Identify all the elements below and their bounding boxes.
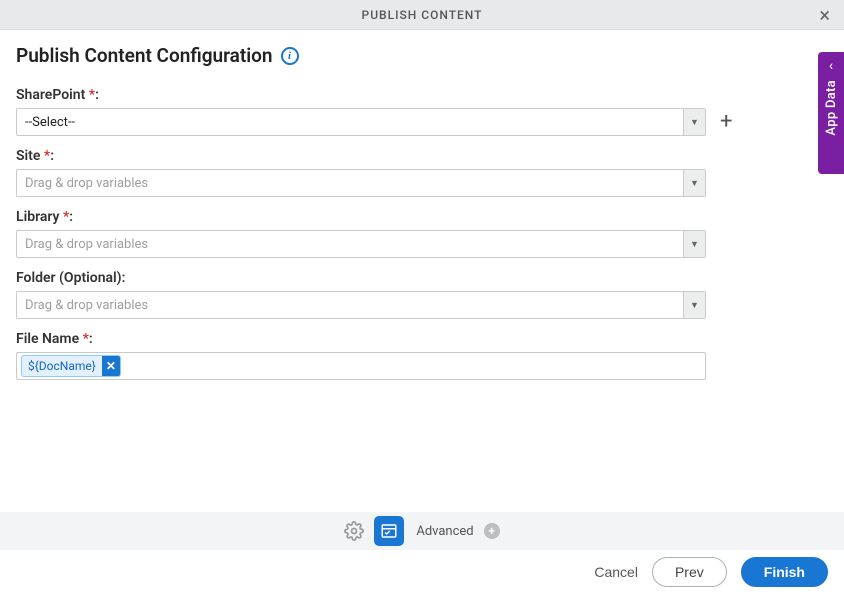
content-area: Publish Content Configuration i SharePoi…	[0, 30, 844, 380]
gear-icon[interactable]	[344, 521, 364, 541]
variable-chip-label: ${DocName}	[22, 357, 102, 375]
filename-input[interactable]: ${DocName} ✕	[16, 352, 706, 380]
field-library: Library *: Drag & drop variables ▼	[16, 209, 828, 258]
add-sharepoint-button[interactable]: +	[716, 111, 736, 133]
field-sharepoint: SharePoint *: --Select-- ▼ +	[16, 87, 828, 136]
variable-chip: ${DocName} ✕	[21, 355, 121, 377]
sharepoint-label: SharePoint *:	[16, 87, 828, 103]
close-icon[interactable]: ×	[813, 3, 836, 27]
folder-placeholder: Drag & drop variables	[17, 292, 683, 318]
cancel-button[interactable]: Cancel	[594, 564, 638, 580]
field-folder: Folder (Optional): Drag & drop variables…	[16, 270, 828, 319]
modal-header: PUBLISH CONTENT ×	[0, 0, 844, 30]
modal-title: PUBLISH CONTENT	[362, 8, 483, 22]
chevron-down-icon: ▼	[683, 170, 705, 196]
library-placeholder: Drag & drop variables	[17, 231, 683, 257]
folder-label: Folder (Optional):	[16, 270, 828, 286]
sharepoint-value: --Select--	[17, 109, 683, 135]
action-bar: Cancel Prev Finish	[0, 550, 844, 594]
sharepoint-dropdown[interactable]: --Select-- ▼	[16, 108, 706, 136]
info-icon[interactable]: i	[281, 47, 299, 65]
app-data-tab[interactable]: ‹ App Data	[818, 52, 844, 174]
remove-chip-icon[interactable]: ✕	[102, 356, 120, 376]
finish-button[interactable]: Finish	[741, 557, 828, 587]
page-title: Publish Content Configuration	[16, 44, 273, 67]
chevron-left-icon: ‹	[829, 58, 833, 74]
filename-label: File Name *:	[16, 331, 828, 347]
app-data-label: App Data	[824, 80, 839, 136]
field-site: Site *: Drag & drop variables ▼	[16, 148, 828, 197]
page-title-row: Publish Content Configuration i	[16, 44, 828, 67]
chevron-down-icon: ▼	[683, 231, 705, 257]
library-dropdown[interactable]: Drag & drop variables ▼	[16, 230, 706, 258]
prev-button[interactable]: Prev	[652, 557, 727, 587]
site-dropdown[interactable]: Drag & drop variables ▼	[16, 169, 706, 197]
advanced-label: Advanced	[416, 524, 473, 539]
form-view-icon[interactable]	[374, 516, 404, 546]
folder-dropdown[interactable]: Drag & drop variables ▼	[16, 291, 706, 319]
chevron-down-icon: ▼	[683, 292, 705, 318]
field-filename: File Name *: ${DocName} ✕	[16, 331, 828, 380]
add-advanced-icon[interactable]: +	[484, 523, 500, 539]
library-label: Library *:	[16, 209, 828, 225]
site-placeholder: Drag & drop variables	[17, 170, 683, 196]
chevron-down-icon: ▼	[683, 109, 705, 135]
footer-toolbar: Advanced +	[0, 512, 844, 550]
site-label: Site *:	[16, 148, 828, 164]
